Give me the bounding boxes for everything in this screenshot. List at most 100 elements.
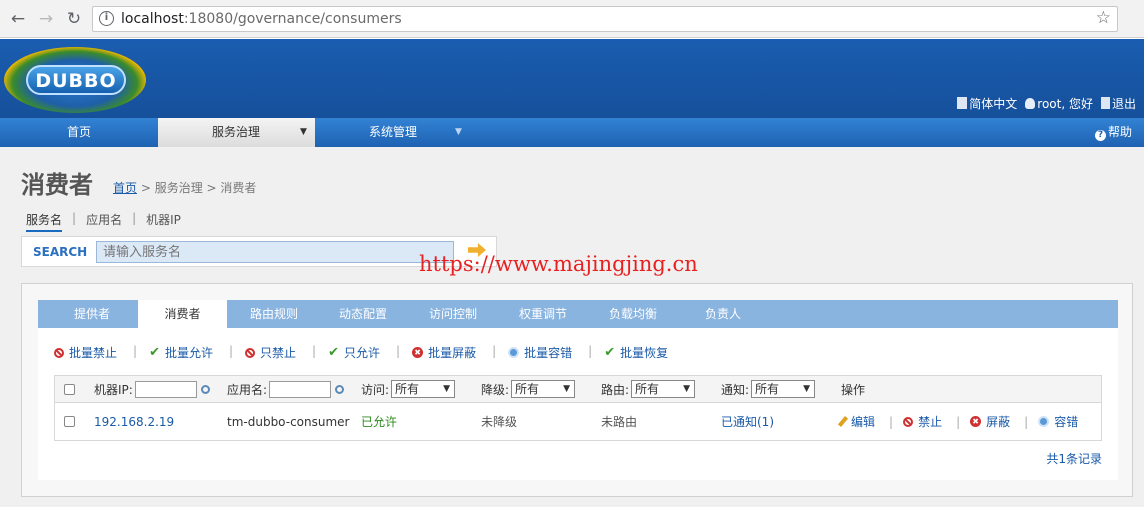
breadcrumb-home[interactable]: 首页 [113, 181, 137, 195]
app-filter-input[interactable] [269, 380, 332, 398]
search-tab-ip[interactable]: 机器IP [146, 211, 181, 232]
ip-filter-label: 机器IP: [94, 382, 133, 397]
tab-weight[interactable]: 权重调节 [501, 300, 585, 328]
access-filter: 访问: 所有 ▼ [361, 376, 456, 402]
route-filter-label: 路由: [601, 382, 630, 397]
check-icon: ✔ [149, 345, 160, 360]
route-select-value: 所有 [635, 382, 660, 396]
tab-access-control[interactable]: 访问控制 [411, 300, 495, 328]
batch-shield-button[interactable]: ✖ 批量屏蔽 [412, 344, 476, 361]
search-icon[interactable] [200, 384, 210, 394]
degrade-filter: 降级: 所有 ▼ [481, 376, 576, 402]
row-operations: 编辑 | 禁止 | ✖ 屏蔽 | 容错 [837, 403, 1082, 440]
logout-link[interactable]: 退出 [1100, 95, 1136, 111]
url-host: localhost [121, 11, 184, 27]
only-forbid-button[interactable]: 只禁止 [245, 344, 296, 361]
tab-dynamic-config[interactable]: 动态配置 [321, 300, 405, 328]
logout-label: 退出 [1111, 96, 1136, 111]
user-icon [1025, 97, 1036, 109]
batch-tolerate-button[interactable]: 批量容错 [508, 344, 572, 361]
reload-icon[interactable]: ↻ [64, 9, 84, 29]
route-select[interactable]: 所有 ▼ [631, 380, 696, 398]
nav-home-label: 首页 [66, 125, 91, 139]
operations-header: 操作 [841, 382, 866, 397]
degrade-select[interactable]: 所有 ▼ [511, 380, 576, 398]
edit-label: 编辑 [851, 415, 876, 429]
tab-routes[interactable]: 路由规则 [232, 300, 316, 328]
batch-forbid-button[interactable]: 批量禁止 [54, 344, 117, 361]
row-ip[interactable]: 192.168.2.19 [94, 403, 174, 440]
ban-icon [54, 347, 64, 358]
search-type-tabs: 服务名 | 应用名 | 机器IP [26, 211, 191, 232]
language-link[interactable]: 简体中文 [957, 95, 1017, 111]
pencil-icon [837, 416, 849, 427]
row-app: tm-dubbo-consumer [227, 414, 350, 429]
notify-filter: 通知: 所有 ▼ [721, 376, 816, 402]
tab-consumers[interactable]: 消费者 [138, 300, 227, 328]
batch-shield-label: 批量屏蔽 [428, 346, 477, 360]
panel-content: 提供者 消费者 路由规则 动态配置 访问控制 权重调节 负载均衡 负责人 批量禁… [38, 300, 1118, 480]
info-icon[interactable]: i [99, 11, 114, 26]
notify-select-value: 所有 [755, 382, 780, 396]
dubbo-logo: DUBBO [4, 47, 146, 113]
url-text[interactable]: localhost:18080/governance/consumers [121, 11, 402, 27]
gear-icon [1038, 416, 1050, 427]
help-icon: ? [1094, 130, 1106, 141]
ip-filter: 机器IP: [94, 376, 210, 402]
select-all-checkbox[interactable] [64, 376, 75, 402]
app-header: DUBBO 简体中文 root, 您好 退出 [0, 39, 1144, 118]
record-count: 共1条记录 [1046, 452, 1102, 466]
ip-filter-input[interactable] [134, 380, 197, 398]
nav-system-management-label: 系统管理 [369, 125, 418, 139]
batch-recover-button[interactable]: ✔ 批量恢复 [604, 344, 668, 361]
batch-tolerate-label: 批量容错 [524, 346, 573, 360]
search-tab-application[interactable]: 应用名 [86, 211, 122, 232]
close-circle-icon: ✖ [412, 347, 424, 358]
close-circle-icon: ✖ [970, 416, 982, 427]
browser-toolbar: ← → ↻ i localhost:18080/governance/consu… [0, 0, 1144, 38]
search-label: SEARCH [33, 245, 88, 259]
chevron-down-icon: ▼ [455, 127, 462, 137]
row-checkbox[interactable] [64, 403, 75, 440]
edit-button[interactable]: 编辑 [837, 413, 876, 430]
check-icon: ✔ [328, 345, 339, 360]
forbid-button[interactable]: 禁止 [903, 413, 942, 430]
row-degrade: 未降级 [481, 415, 518, 429]
user-greeting: root, 您好 [1025, 95, 1093, 111]
app-filter: 应用名: [227, 376, 345, 402]
tolerate-label: 容错 [1054, 415, 1079, 429]
tab-providers[interactable]: 提供者 [54, 300, 130, 328]
bookmark-star-icon[interactable]: ☆ [1096, 8, 1111, 28]
access-select[interactable]: 所有 ▼ [391, 380, 456, 398]
notify-select[interactable]: 所有 ▼ [751, 380, 816, 398]
help-label: 帮助 [1107, 125, 1132, 139]
only-allow-button[interactable]: ✔ 只允许 [328, 344, 380, 361]
search-input[interactable] [96, 241, 454, 263]
access-select-value: 所有 [395, 382, 420, 396]
nav-system-management[interactable]: 系统管理 ▼ [315, 118, 471, 147]
breadcrumb-path: > 服务治理 > 消费者 [137, 181, 257, 195]
nav-home[interactable]: 首页 [0, 118, 158, 147]
row-access: 已允许 [361, 415, 398, 429]
access-filter-label: 访问: [361, 382, 390, 397]
shield-button[interactable]: ✖ 屏蔽 [970, 413, 1010, 430]
table-row: 192.168.2.19 tm-dubbo-consumer 已允许 未降级 未… [55, 403, 1101, 440]
tolerate-button[interactable]: 容错 [1038, 413, 1078, 430]
breadcrumb: 首页 > 服务治理 > 消费者 [113, 179, 256, 196]
tab-owners[interactable]: 负责人 [681, 300, 765, 328]
address-bar[interactable]: i localhost:18080/governance/consumers ☆ [92, 6, 1118, 32]
route-filter: 路由: 所有 ▼ [601, 376, 696, 402]
search-tab-service[interactable]: 服务名 [26, 211, 63, 232]
table-header: 机器IP: 应用名: 访问: 所有 ▼ 降级: 所有 ▼ 路由: 所有 ▼ 通知… [55, 376, 1101, 403]
nav-service-governance[interactable]: 服务治理 ▼ [158, 118, 315, 147]
search-icon[interactable] [335, 384, 345, 394]
forward-icon[interactable]: → [36, 9, 56, 29]
header-links: 简体中文 root, 您好 退出 [957, 95, 1144, 111]
ban-icon [903, 416, 914, 427]
back-icon[interactable]: ← [8, 9, 28, 29]
batch-allow-button[interactable]: ✔ 批量允许 [149, 344, 213, 361]
help-link[interactable]: ? 帮助 [1094, 118, 1132, 147]
language-label: 简体中文 [969, 96, 1018, 111]
tab-load-balance[interactable]: 负载均衡 [591, 300, 675, 328]
row-notify[interactable]: 已通知(1) [721, 403, 774, 440]
